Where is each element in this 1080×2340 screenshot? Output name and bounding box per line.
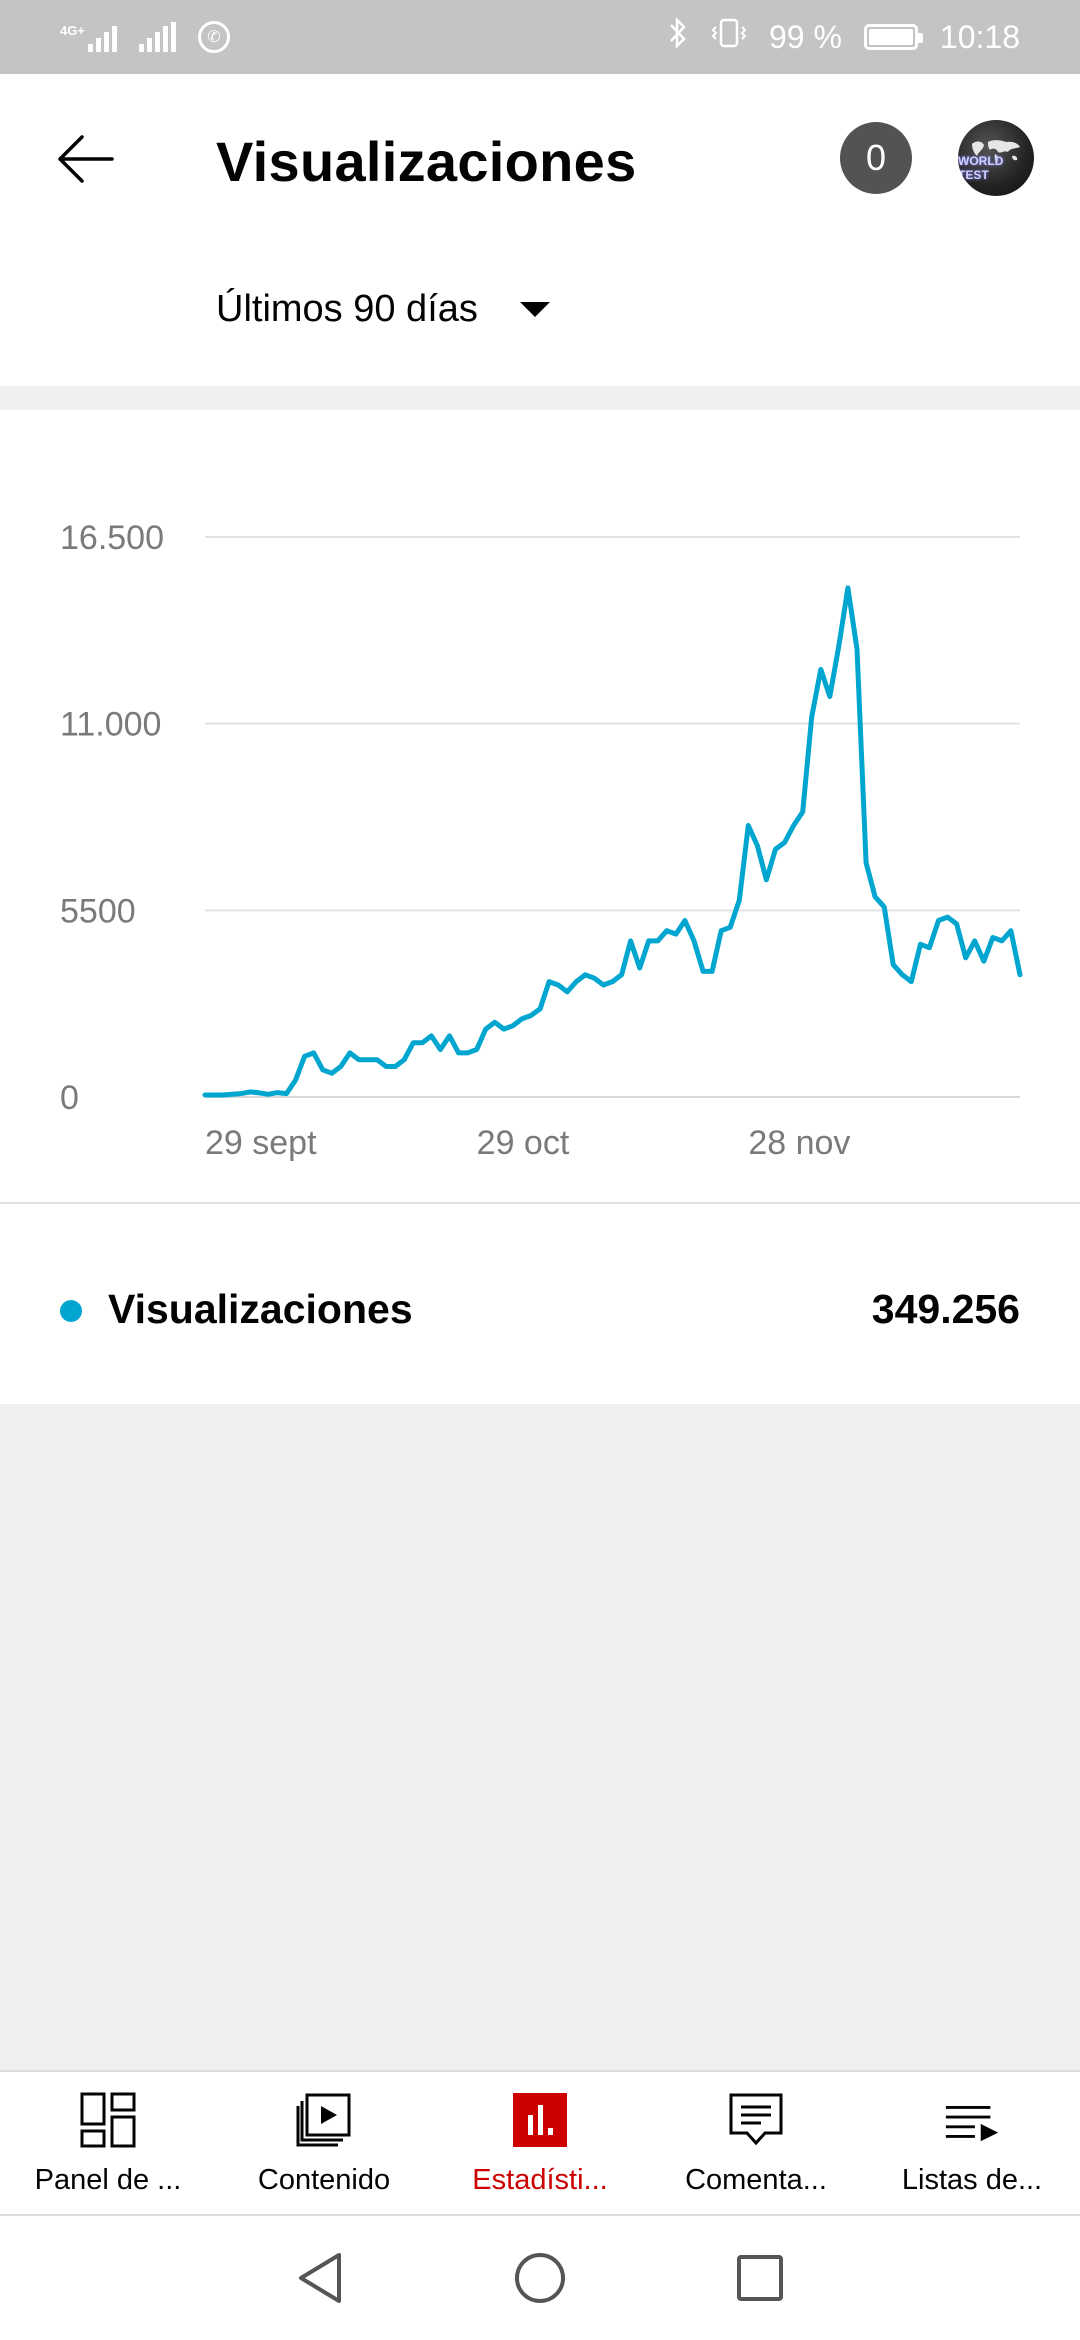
arrow-back-icon: [58, 135, 114, 183]
nav-label-content: Contenido: [257, 2164, 391, 2196]
nav-item-comments[interactable]: Comenta...: [648, 2072, 864, 2214]
dashboard-icon: [78, 2090, 138, 2150]
nav-label-analytics: Estadísti...: [472, 2164, 608, 2196]
notification-count: 0: [865, 137, 887, 178]
account-avatar[interactable]: WORLD TEST: [958, 120, 1034, 196]
status-bar-right: 99 % 10:18: [667, 16, 1020, 57]
back-button[interactable]: [50, 124, 120, 194]
metric-total-value: 349.256: [871, 1286, 1020, 1332]
metric-summary-row: Visualizaciones 349.256: [0, 1204, 1080, 1404]
series-line-visualizaciones: [202, 585, 1023, 1098]
period-label: Últimos 90 días: [216, 288, 478, 330]
system-recents-button[interactable]: [730, 2248, 790, 2308]
notifications-button[interactable]: 0: [840, 122, 912, 194]
dropdown-arrow-icon: [519, 302, 550, 317]
series-color-dot: [60, 1300, 82, 1322]
x-tick-label: 29 sept: [205, 1124, 317, 1162]
system-home-button[interactable]: [510, 2248, 570, 2308]
bluetooth-icon: [667, 16, 689, 57]
avatar-text: WORLD TEST: [958, 154, 1004, 182]
comments-icon: [726, 2090, 786, 2150]
bottom-navigation: Panel de ... Contenido Estadísti... Come…: [0, 2070, 1080, 2214]
system-back-button[interactable]: [290, 2248, 350, 2308]
status-bar-left: 4G+ ✆: [60, 21, 230, 53]
battery-icon: [863, 24, 923, 50]
network-type-label: 4G+: [60, 23, 85, 38]
circle-home-icon: [515, 2253, 565, 2303]
system-navigation-bar: [0, 2214, 1080, 2340]
metric-label: Visualizaciones: [108, 1286, 413, 1332]
square-recents-icon: [737, 2255, 783, 2301]
nav-item-dashboard[interactable]: Panel de ...: [0, 2072, 216, 2214]
signal-strength-icon: [138, 22, 176, 52]
y-tick-label: 16.500: [60, 519, 164, 557]
playlist-icon: [942, 2090, 1002, 2150]
x-tick-label: 28 nov: [748, 1124, 850, 1162]
mobile-signal-icon: 4G+: [60, 22, 117, 52]
nav-item-analytics[interactable]: Estadísti...: [432, 2072, 648, 2214]
triangle-back-icon: [299, 2253, 341, 2303]
analytics-icon: [510, 2090, 570, 2150]
nav-label-dashboard: Panel de ...: [34, 2164, 182, 2196]
status-bar: 4G+ ✆ 99 % 10:18: [0, 0, 1080, 74]
nav-label-playlists: Listas de...: [901, 2164, 1043, 2196]
y-tick-label: 0: [60, 1079, 79, 1117]
y-tick-label: 5500: [60, 892, 136, 930]
content-icon: [294, 2090, 354, 2150]
views-line-chart: 16.500 11.000 5500 0 29 sept 29 oct 28 nov: [60, 519, 1023, 1162]
clock: 10:18: [939, 18, 1020, 55]
nav-label-comments: Comenta...: [685, 2164, 827, 2196]
whatsapp-icon: ✆: [197, 21, 230, 53]
nav-item-content[interactable]: Contenido: [216, 2072, 432, 2214]
nav-item-playlists[interactable]: Listas de...: [864, 2072, 1080, 2214]
y-tick-label: 11.000: [60, 706, 161, 744]
chart-card: 16.500 11.000 5500 0 29 sept 29 oct 28 nov: [0, 410, 1080, 1205]
x-tick-label: 29 oct: [477, 1124, 570, 1162]
battery-percent: 99 %: [768, 18, 842, 55]
page-title: Visualizaciones: [216, 130, 637, 193]
app-header: Visualizaciones 0 WORLD TEST Últimos 90 …: [0, 74, 1080, 386]
period-dropdown[interactable]: Últimos 90 días: [216, 288, 550, 331]
vibrate-icon: [711, 17, 747, 57]
